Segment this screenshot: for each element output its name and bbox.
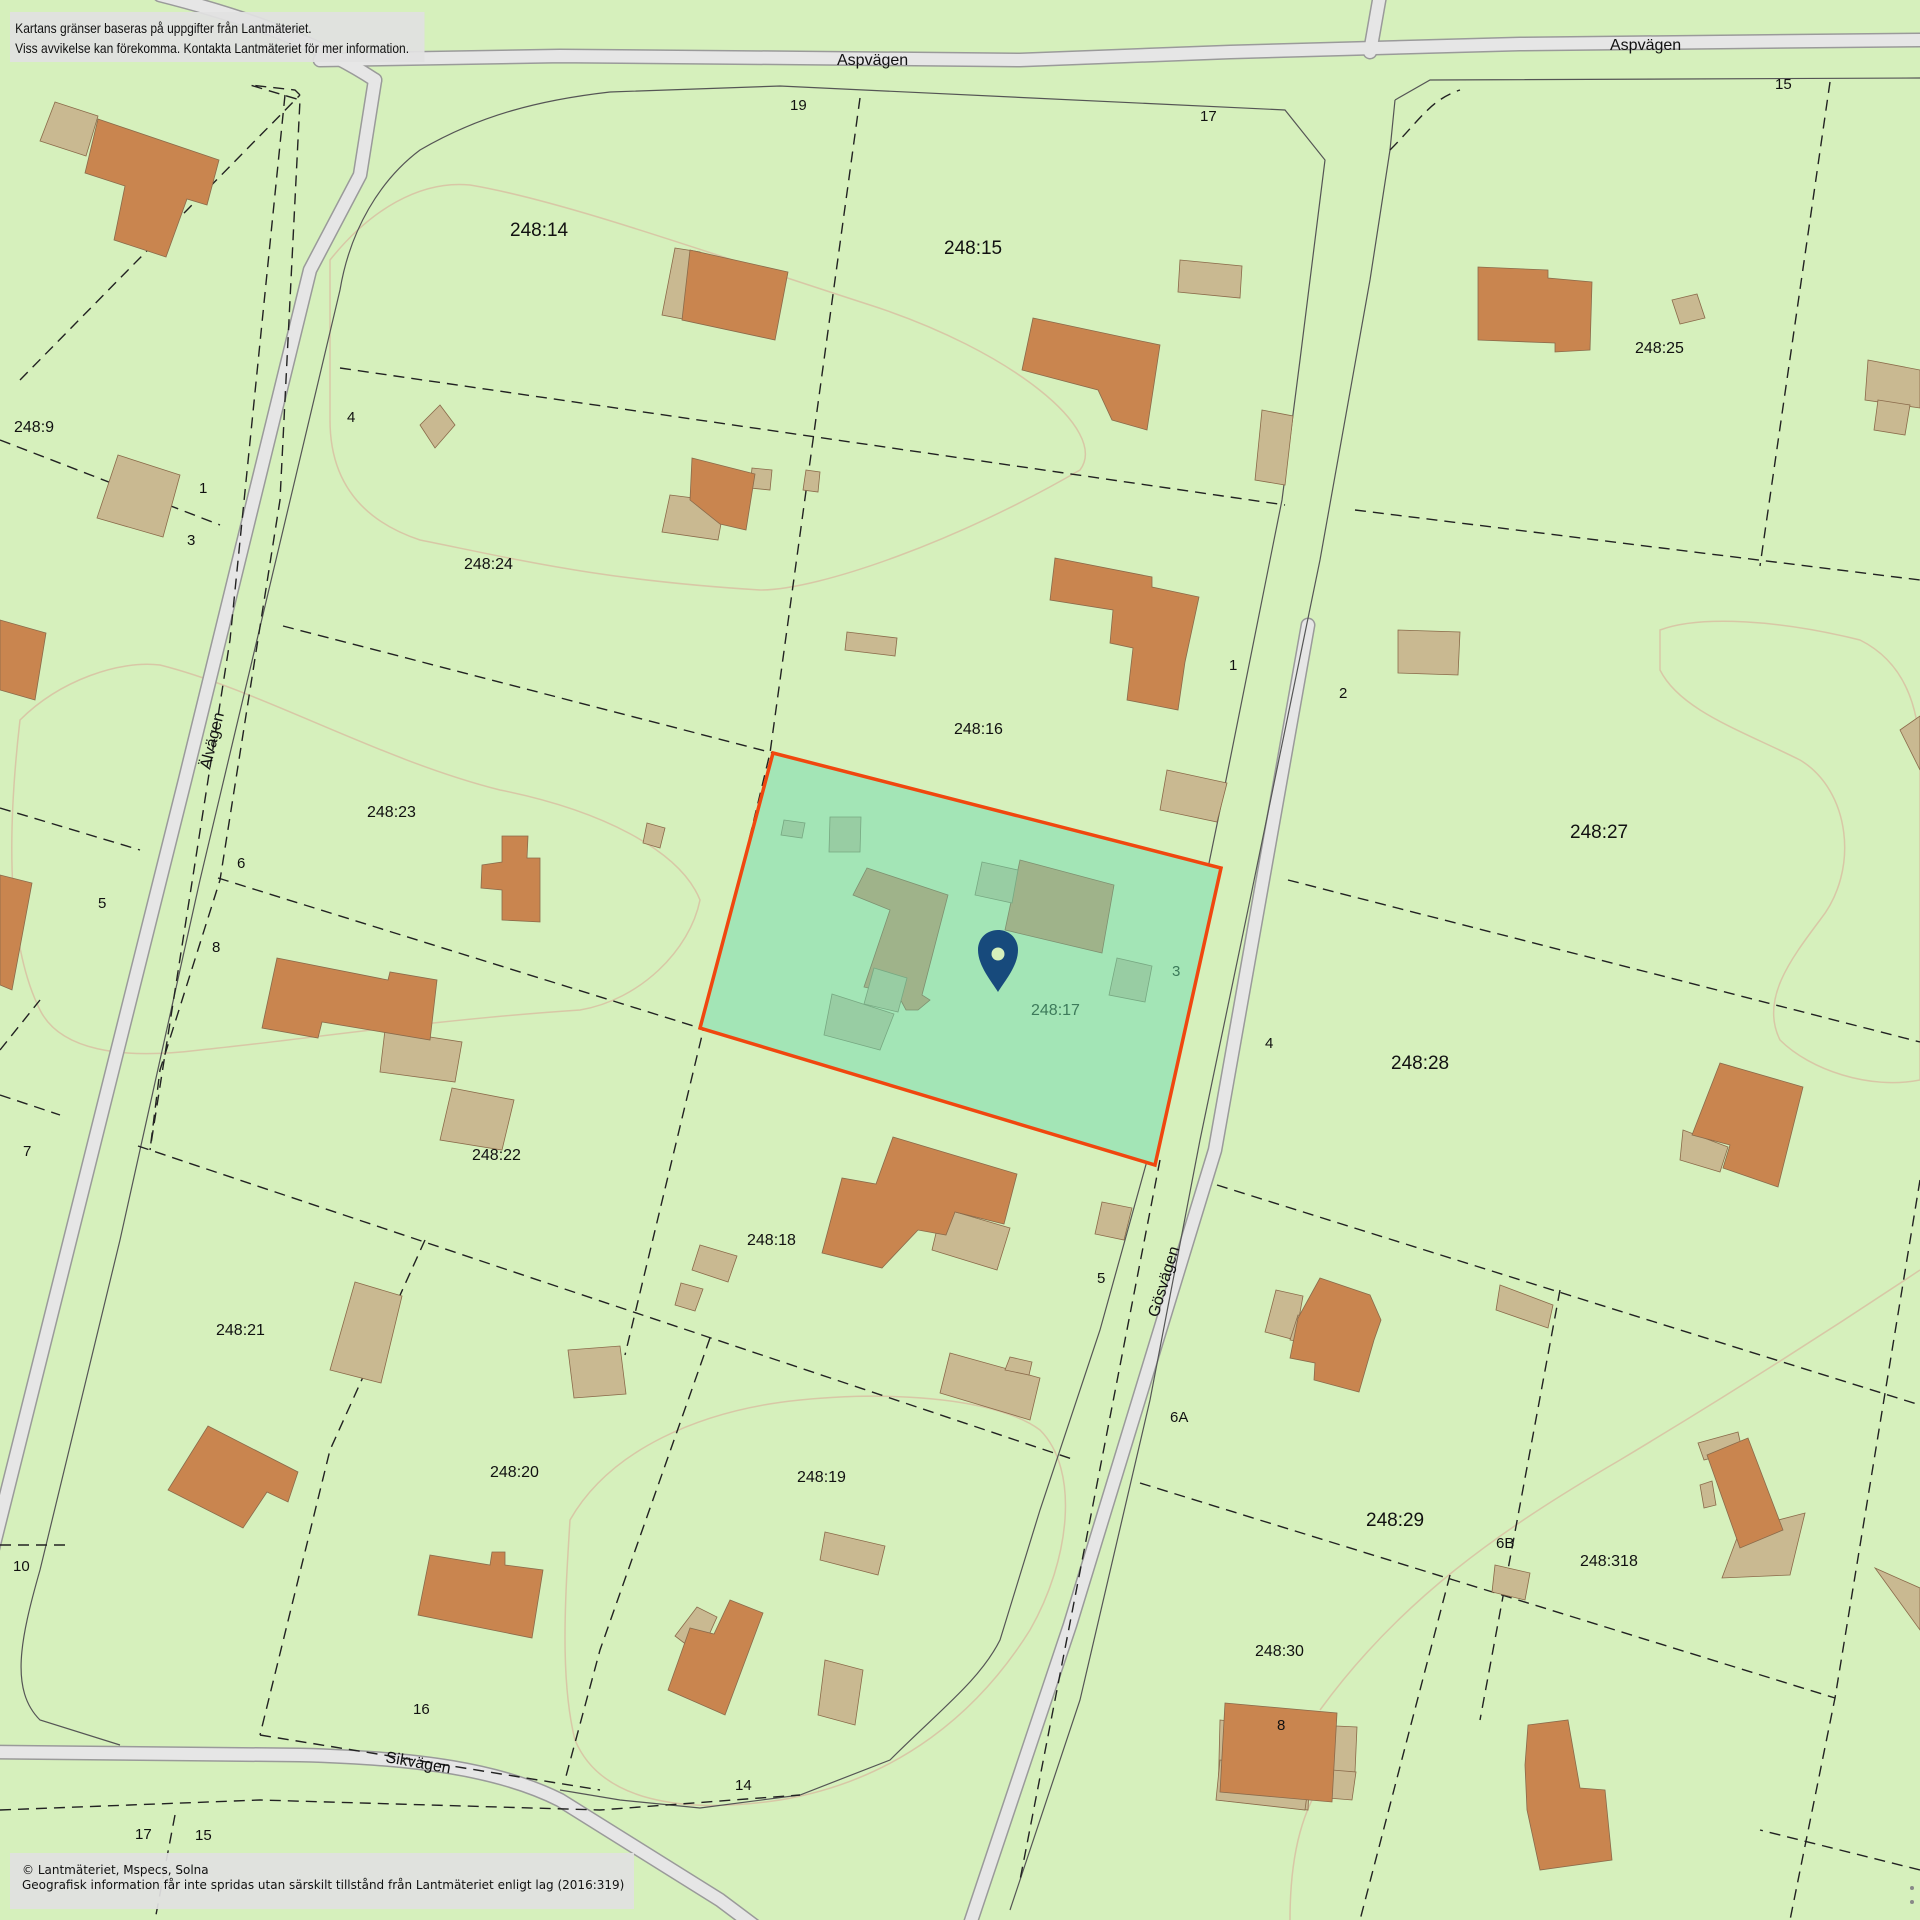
- address-number: 6A: [1170, 1409, 1188, 1426]
- address-number: 17: [135, 1826, 152, 1843]
- address-number: 5: [1097, 1270, 1105, 1287]
- parcel-label: 248:9: [14, 419, 54, 436]
- parcel-label: 248:19: [797, 1469, 846, 1486]
- address-number: 16: [413, 1701, 430, 1718]
- parcel-label: 248:21: [216, 1322, 265, 1339]
- parcel-label: 248:16: [954, 721, 1003, 738]
- disclaimer-line-2: Viss avvikelse kan förekomma. Kontakta L…: [15, 40, 410, 56]
- parcel-label: 248:14: [510, 220, 569, 241]
- parcel-label: 248:27: [1570, 822, 1628, 843]
- address-number: 19: [790, 97, 807, 114]
- address-number: 1: [1229, 657, 1237, 674]
- copyright-line-1: © Lantmäteriet, Mspecs, Solna: [22, 1863, 209, 1877]
- address-number: 6B: [1496, 1535, 1514, 1552]
- address-number: 4: [1265, 1035, 1273, 1052]
- address-number: 7: [23, 1143, 31, 1160]
- address-number: 3: [187, 532, 195, 549]
- parcel-label: 248:15: [944, 238, 1002, 259]
- address-number: 4: [347, 409, 355, 426]
- parcel-label: 248:20: [490, 1464, 539, 1481]
- parcel-label: 248:22: [472, 1147, 521, 1164]
- map-disclaimer: Kartans gränser baseras på uppgifter frå…: [10, 12, 425, 62]
- address-number: 2: [1339, 685, 1347, 702]
- selected-parcel-label: 248:17: [1031, 1002, 1080, 1019]
- parcel-label: 248:318: [1580, 1553, 1638, 1570]
- parcel-label: 248:24: [464, 556, 513, 573]
- parcel-label: 248:23: [367, 804, 416, 821]
- address-number: 5: [98, 895, 106, 912]
- disclaimer-line-1: Kartans gränser baseras på uppgifter frå…: [15, 20, 312, 36]
- parcel-label: 248:18: [747, 1232, 796, 1249]
- copyright-notice: © Lantmäteriet, Mspecs, Solna Geografisk…: [10, 1853, 634, 1909]
- address-number: 8: [212, 939, 220, 956]
- address-number: 14: [735, 1777, 752, 1794]
- address-number: 1: [199, 480, 207, 497]
- address-number: 17: [1200, 108, 1217, 125]
- address-number: 8: [1277, 1717, 1285, 1734]
- address-number: 15: [1775, 76, 1792, 93]
- address-number: 3: [1172, 963, 1180, 980]
- parcel-label: 248:29: [1366, 1510, 1424, 1531]
- road-label-aspvagen-west: Aspvägen: [837, 52, 908, 69]
- parcel-label: 248:28: [1391, 1053, 1449, 1074]
- property-map[interactable]: Aspvägen Aspvägen Älvägen Gösvägen Sikvä…: [0, 0, 1920, 1920]
- parcel-label: 248:30: [1255, 1643, 1304, 1660]
- copyright-line-2: Geografisk information får inte spridas …: [22, 1878, 625, 1892]
- road-label-aspvagen-east: Aspvägen: [1610, 37, 1681, 54]
- address-number: 15: [195, 1827, 212, 1844]
- parcel-label: 248:25: [1635, 340, 1684, 357]
- address-number: 6: [237, 855, 245, 872]
- address-number: 10: [13, 1558, 30, 1575]
